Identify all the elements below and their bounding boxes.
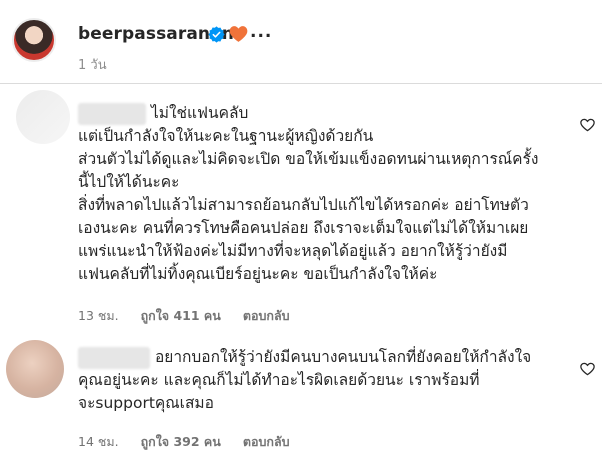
reply-button[interactable]: ตอบกลับ xyxy=(243,308,290,323)
likes-count[interactable]: ถูกใจ 392 คน xyxy=(141,434,221,449)
comment-line: แพร่แนะนำให้ฟ้องค่ะไม่มีทางที่จะหลุดได้อ… xyxy=(78,242,508,260)
commenter-avatar[interactable] xyxy=(6,340,64,398)
comment-meta: 14 ชม. ถูกใจ 392 คน ตอบกลับ xyxy=(78,432,308,452)
comment-line: แต่เป็นกำลังใจให้นะคะในฐานะผู้หญิงด้วยกั… xyxy=(78,127,374,145)
comment-meta: 13 ชม. ถูกใจ 411 คน ตอบกลับ xyxy=(78,306,308,326)
divider xyxy=(0,83,602,84)
post-header: beerpassaranan ... 1 วัน xyxy=(0,0,602,84)
comment-time: 13 ชม. xyxy=(78,308,119,323)
likes-count[interactable]: ถูกใจ 411 คน xyxy=(141,308,221,323)
blurred-username[interactable] xyxy=(78,346,150,369)
comment-line: จะsupportคุณเสมอ xyxy=(78,394,214,412)
comment-line: นี้ไปให้ได้นะคะ xyxy=(78,173,180,191)
comment-time: 14 ชม. xyxy=(78,434,119,449)
comment-line: อยากบอกให้รู้ว่ายังมีคนบางคนบนโลกที่ยังค… xyxy=(154,348,532,366)
comment-line: สิ่งที่พลาดไปแล้วไม่สามารถย้อนกลับไปแก้ไ… xyxy=(78,196,529,214)
comment-text: ไม่ใช่แฟนคลับ แต่เป็นกำลังใจให้นะคะในฐาน… xyxy=(78,102,538,286)
comment-line: ไม่ใช่แฟนคลับ xyxy=(150,104,249,122)
comment-line: เองนะคะ คนที่ควรโทษคือคนปล่อย ถึงเราจะเต… xyxy=(78,219,529,237)
reply-button[interactable]: ตอบกลับ xyxy=(243,434,290,449)
like-heart-icon[interactable] xyxy=(580,362,595,376)
more-options-button[interactable]: ... xyxy=(250,22,272,42)
comment-text: อยากบอกให้รู้ว่ายังมีคนบางคนบนโลกที่ยังค… xyxy=(78,346,531,415)
comment-line: แฟนคลับที่ไม่ทิ้งคุณเบียร์อยู่นะคะ ขอเป็… xyxy=(78,265,438,283)
blurred-username[interactable] xyxy=(78,102,146,125)
comment-line: ส่วนตัวไม่ได้ดูและไม่คิดจะเปิด ขอให้เข้ม… xyxy=(78,150,539,168)
verified-badge-icon xyxy=(208,26,225,43)
like-heart-icon[interactable] xyxy=(580,118,595,132)
commenter-avatar[interactable] xyxy=(16,90,70,144)
post-time: 1 วัน xyxy=(78,58,107,73)
profile-avatar[interactable] xyxy=(12,18,56,62)
comment-line: คุณอยู่นะคะ และคุณก็ไม่ได้ทำอะไรผิดเลยด้… xyxy=(78,371,480,389)
orange-heart-icon xyxy=(229,26,248,42)
